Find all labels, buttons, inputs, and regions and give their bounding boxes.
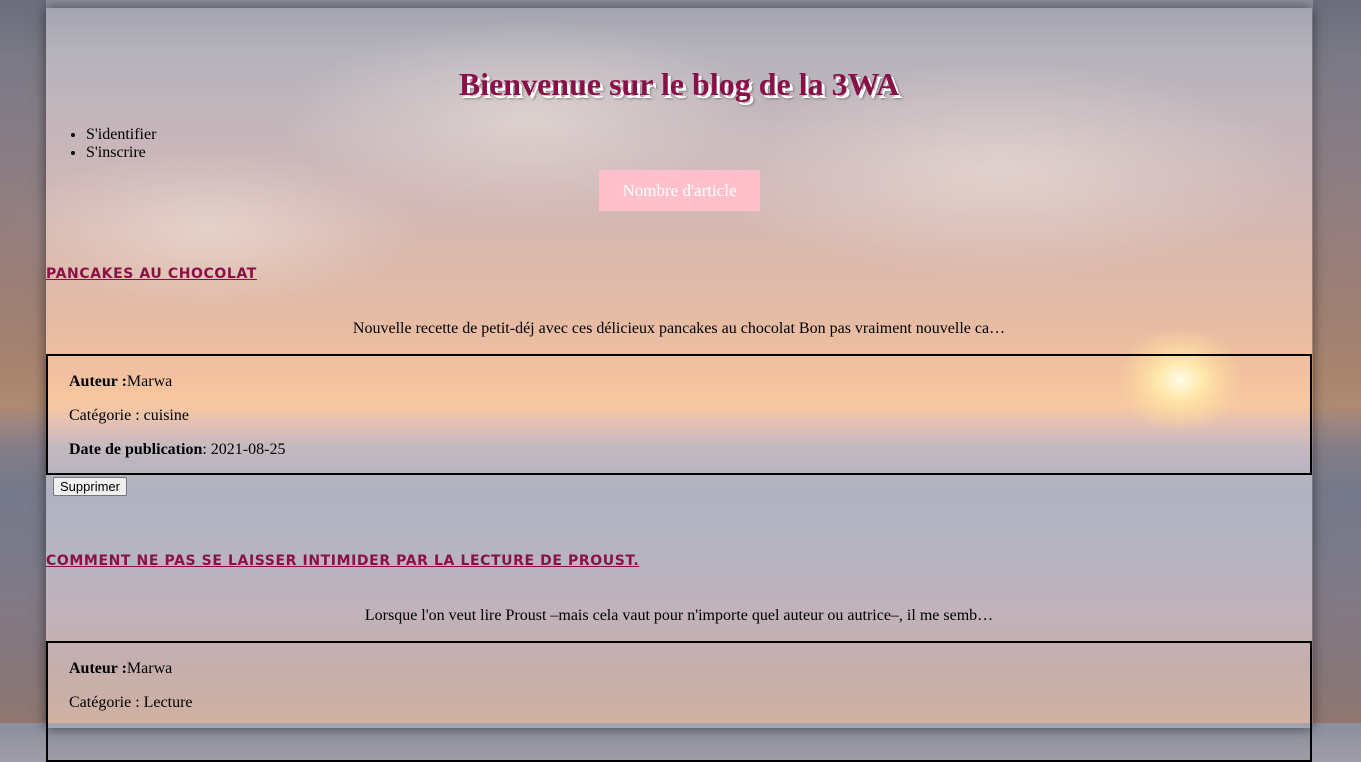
delete-button[interactable]: Supprimer	[53, 477, 127, 496]
nav-list: S'identifier S'inscrire	[86, 126, 156, 162]
register-link[interactable]: S'inscrire	[86, 144, 146, 161]
author-label: Auteur :	[69, 660, 127, 677]
author-name: Marwa	[126, 373, 173, 390]
article-title-link[interactable]: PANCAKES AU CHOCOLAT	[46, 266, 257, 282]
page-title: Bienvenue sur le blog de la 3WA	[458, 66, 900, 102]
main-panel: Bienvenue sur le blog de la 3WA S'identi…	[46, 8, 1312, 762]
article-excerpt: Nouvelle recette de petit-déj avec ces d…	[352, 320, 1006, 337]
category-line: Catégorie : Lecture	[69, 694, 193, 711]
article-meta-box: Auteur :Marwa Catégorie : Lecture	[46, 641, 1312, 762]
article-excerpt: Lorsque l'on veut lire Proust –mais cela…	[364, 607, 994, 624]
author-line: Auteur :Marwa	[69, 373, 172, 391]
right-edge-shade	[1313, 0, 1361, 723]
date-label: Date de publication	[69, 441, 203, 458]
login-link[interactable]: S'identifier	[86, 126, 156, 143]
date-value: : 2021-08-25	[202, 441, 286, 458]
nav-item-register[interactable]: S'inscrire	[86, 144, 156, 162]
article-title-link[interactable]: COMMENT NE PAS SE LAISSER INTIMIDER PAR …	[46, 553, 639, 569]
date-line: Date de publication: 2021-08-25	[69, 441, 285, 459]
category-line: Catégorie : cuisine	[69, 407, 189, 424]
nav-item-login[interactable]: S'identifier	[86, 126, 156, 144]
article-meta-box: Auteur :Marwa Catégorie : cuisine Date d…	[46, 354, 1312, 475]
left-edge-shade	[0, 0, 46, 723]
author-line: Auteur :Marwa	[69, 660, 172, 678]
article-count-button[interactable]: Nombre d'article	[599, 170, 760, 211]
author-name: Marwa	[126, 660, 173, 677]
author-label: Auteur :	[69, 373, 127, 390]
